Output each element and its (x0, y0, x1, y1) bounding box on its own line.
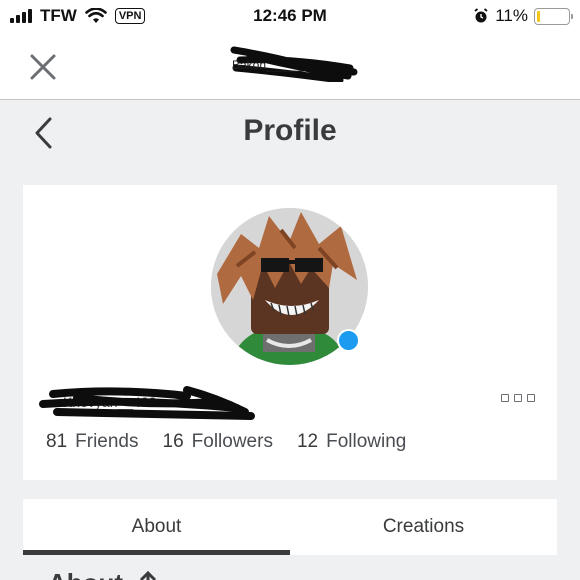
profile-stats: 81 Friends 16 Followers 12 Following (46, 431, 406, 453)
tab-creations[interactable]: Creations (290, 499, 557, 555)
profile-username-text: Khevyan__402 (63, 394, 157, 410)
profile-card: Khevyan__402 81 Friends 16 Followers 12 … (23, 185, 557, 480)
friends-count: 81 (46, 431, 68, 452)
profile-username: Khevyan__402 (39, 386, 258, 420)
profile-tabs: About Creations (23, 499, 557, 555)
stat-following[interactable]: 12 Following (297, 431, 406, 453)
more-options-icon[interactable] (501, 394, 535, 402)
status-bar: TFW VPN 12:46 PM 11% (0, 0, 580, 34)
followers-count: 16 (162, 431, 184, 452)
friends-label: Friends (75, 431, 139, 452)
share-icon[interactable] (131, 570, 165, 580)
alarm-icon (474, 8, 488, 23)
close-icon[interactable] (26, 50, 60, 84)
following-label: Following (326, 431, 407, 452)
online-status-indicator (337, 329, 360, 352)
battery-level (537, 10, 541, 22)
nav-username: Bakon______ (230, 46, 358, 82)
battery-icon (534, 7, 573, 25)
page-title: Profile (243, 114, 337, 147)
nav-username-text: Bakon______ (232, 58, 307, 72)
following-count: 12 (296, 431, 319, 452)
stat-followers[interactable]: 16 Followers (163, 431, 273, 453)
followers-label: Followers (191, 431, 273, 452)
page-header: Profile (0, 100, 580, 164)
tab-about[interactable]: About (23, 499, 290, 555)
about-section-heading: About (48, 568, 165, 580)
stat-friends[interactable]: 81 Friends (46, 431, 139, 453)
battery-percent: 11% (495, 6, 528, 25)
status-right: 11% (473, 6, 573, 26)
about-heading-text: About (48, 568, 123, 580)
top-nav: Bakon______ (0, 34, 580, 100)
